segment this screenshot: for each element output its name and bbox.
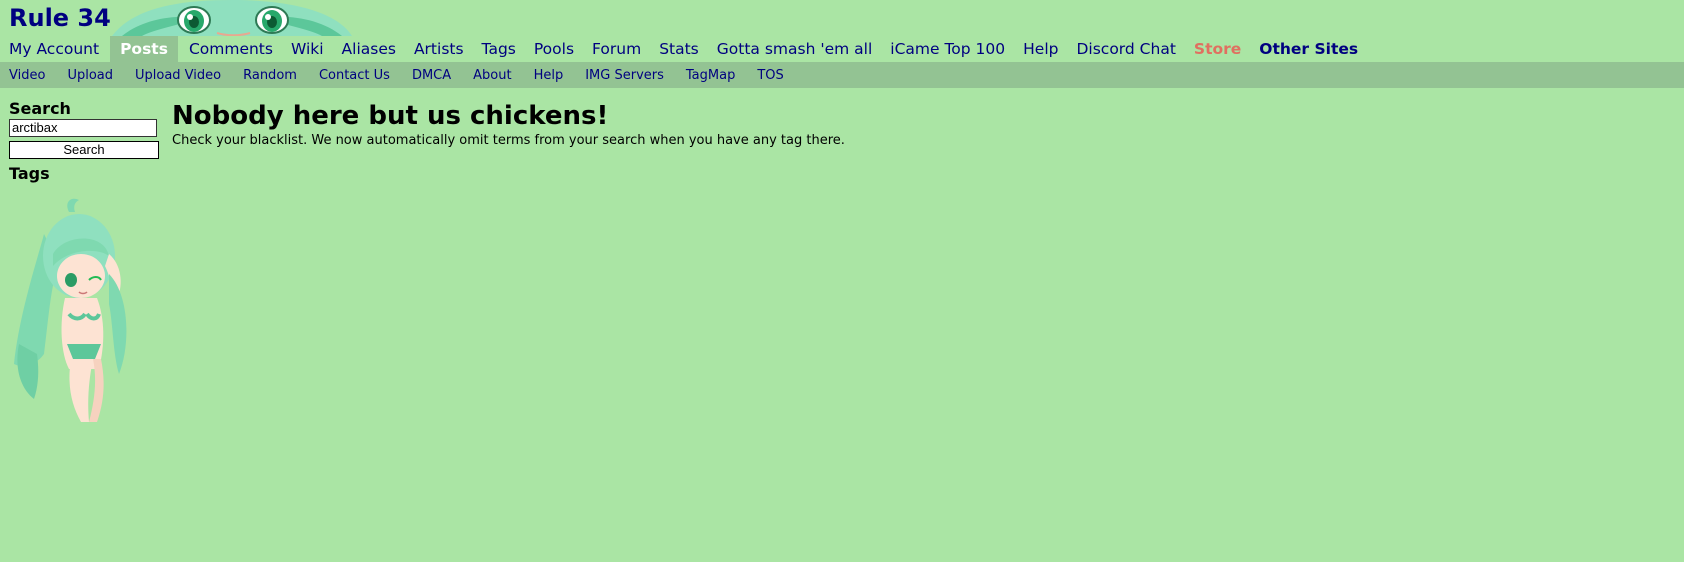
sub-navbar: Video Upload Upload Video Random Contact Us D… — [0, 62, 1684, 88]
main-navbar: My Account Posts Comments Wiki Aliases Artist… — [0, 36, 1684, 62]
search-input[interactable] — [9, 118, 157, 137]
nav-item-pools[interactable]: Pools — [527, 36, 581, 62]
subnav-item-upload[interactable]: Upload — [60, 68, 120, 83]
nav-item-posts[interactable]: Posts — [110, 36, 178, 62]
subnav-item-img-servers[interactable]: IMG Servers — [578, 68, 671, 83]
nav-item-my-account[interactable]: My Account — [2, 36, 106, 62]
subnav-item-help[interactable]: Help — [527, 68, 571, 83]
nav-item-gotta-smash-em-all[interactable]: Gotta smash 'em all — [710, 36, 880, 62]
nav-item-help[interactable]: Help — [1016, 36, 1065, 62]
nav-item-artists[interactable]: Artists — [407, 36, 471, 62]
nav-item-other-sites[interactable]: Other Sites — [1252, 36, 1365, 62]
subnav-item-dmca[interactable]: DMCA — [405, 68, 458, 83]
nav-item-discord-chat[interactable]: Discord Chat — [1069, 36, 1182, 62]
subnav-item-video[interactable]: Video — [2, 68, 52, 83]
nav-item-comments[interactable]: Comments — [182, 36, 280, 62]
mascot-banner-image — [112, 0, 352, 36]
subnav-item-upload-video[interactable]: Upload Video — [128, 68, 228, 83]
nav-item-wiki[interactable]: Wiki — [284, 36, 331, 62]
nav-item-forum[interactable]: Forum — [585, 36, 648, 62]
nav-item-aliases[interactable]: Aliases — [335, 36, 403, 62]
site-header: Rule 34 — [0, 0, 1684, 36]
subnav-item-about[interactable]: About — [466, 68, 518, 83]
subnav-item-tos[interactable]: TOS — [750, 68, 790, 83]
subnav-item-contact-us[interactable]: Contact Us — [312, 68, 397, 83]
search-button[interactable]: Search — [9, 140, 159, 159]
mascot-image — [14, 198, 127, 423]
nav-item-icame-top-100[interactable]: iCame Top 100 — [883, 36, 1012, 62]
nav-item-tags[interactable]: Tags — [475, 36, 523, 62]
nav-item-store[interactable]: Store — [1187, 36, 1248, 62]
sidebar: Search Search Tags — [9, 100, 159, 430]
nav-item-stats[interactable]: Stats — [652, 36, 706, 62]
main-content: Nobody here but us chickens! Check your … — [172, 102, 845, 148]
subnav-item-tagmap[interactable]: TagMap — [679, 68, 742, 83]
tags-heading: Tags — [9, 163, 50, 183]
empty-results-message: Check your blacklist. We now automatical… — [172, 132, 845, 148]
subnav-item-random[interactable]: Random — [236, 68, 304, 83]
page-title: Nobody here but us chickens! — [172, 101, 609, 131]
search-heading: Search — [9, 99, 71, 118]
site-title-link[interactable]: Rule 34 — [9, 6, 111, 30]
